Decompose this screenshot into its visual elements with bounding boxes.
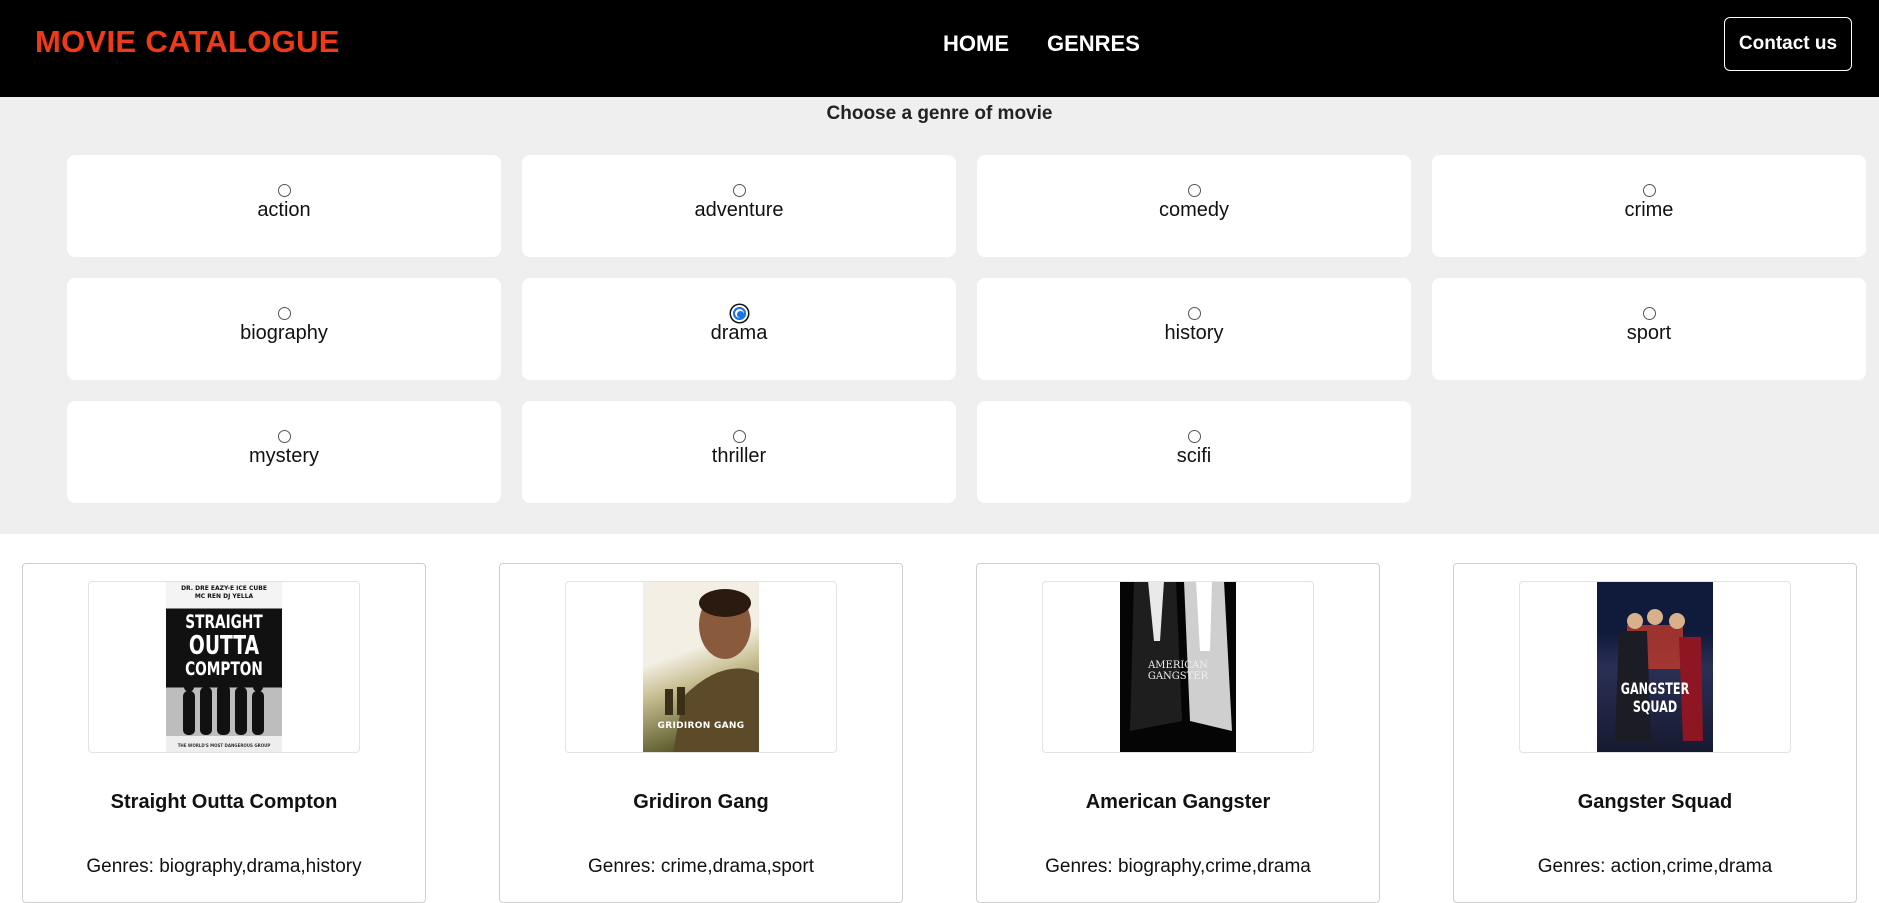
genre-option-adventure[interactable]: adventure: [522, 155, 956, 257]
genre-label: action: [257, 199, 311, 221]
movie-title: American Gangster: [1085, 791, 1271, 813]
movie-genres: Genres: biography,drama,history: [86, 856, 362, 877]
poster-straight-outta-compton: DR. DRE EAZY-E ICE CUBE MC REN DJ YELLA …: [166, 582, 282, 752]
poster-art: [1615, 609, 1703, 741]
brand-logo[interactable]: MOVIE CATALOGUE: [35, 24, 340, 60]
genre-option-comedy[interactable]: comedy: [977, 155, 1411, 257]
poster-title-line: GANGSTER: [1147, 671, 1209, 682]
genre-radio-sport[interactable]: [1642, 307, 1656, 320]
genre-label: adventure: [694, 199, 784, 221]
poster-gridiron-gang: GRIDIRON GANG: [643, 582, 759, 752]
poster-title-line: GANGSTER: [1620, 679, 1690, 698]
genre-label: history: [1164, 322, 1224, 344]
genre-radio-adventure[interactable]: [732, 184, 746, 197]
genre-option-thriller[interactable]: thriller: [522, 401, 956, 503]
poster-frame: DR. DRE EAZY-E ICE CUBE MC REN DJ YELLA …: [88, 581, 360, 753]
movie-card[interactable]: GANGSTER SQUAD Gangster Squad Genres: ac…: [1453, 563, 1857, 903]
nav-genres-link[interactable]: GENRES: [1047, 31, 1140, 57]
genre-radio-history[interactable]: [1187, 307, 1201, 320]
genre-option-biography[interactable]: biography: [67, 278, 501, 380]
poster-title-line: SQUAD: [1632, 697, 1678, 716]
genre-radio-biography[interactable]: [277, 307, 291, 320]
genre-picker-section: Choose a genre of movie action adventure…: [0, 97, 1879, 534]
genre-option-mystery[interactable]: mystery: [67, 401, 501, 503]
poster-title-line: OUTTA: [188, 631, 260, 661]
poster-title-line: AMERICAN: [1148, 660, 1208, 671]
movie-card[interactable]: DR. DRE EAZY-E ICE CUBE MC REN DJ YELLA …: [22, 563, 426, 903]
nav-home-link[interactable]: HOME: [943, 31, 1009, 57]
top-navbar: MOVIE CATALOGUE HOME GENRES Contact us: [0, 0, 1879, 97]
genre-option-sport[interactable]: sport: [1432, 278, 1866, 380]
genre-radio-thriller[interactable]: [732, 430, 746, 443]
poster-title-line: STRAIGHT: [185, 611, 263, 633]
genre-option-history[interactable]: history: [977, 278, 1411, 380]
genre-option-action[interactable]: action: [67, 155, 501, 257]
movie-genres: Genres: crime,drama,sport: [588, 856, 814, 877]
poster-gangster-squad: GANGSTER SQUAD: [1597, 582, 1713, 752]
genre-option-scifi[interactable]: scifi: [977, 401, 1411, 503]
genre-radio-mystery[interactable]: [277, 430, 291, 443]
movie-genres: Genres: action,crime,drama: [1537, 856, 1773, 877]
movie-list: DR. DRE EAZY-E ICE CUBE MC REN DJ YELLA …: [22, 563, 1857, 903]
movie-card[interactable]: GRIDIRON GANG Gridiron Gang Genres: crim…: [499, 563, 903, 903]
genre-radio-drama[interactable]: [732, 307, 746, 320]
movie-title: Gangster Squad: [1577, 791, 1733, 813]
contact-us-button[interactable]: Contact us: [1724, 17, 1852, 71]
genre-radio-scifi[interactable]: [1187, 430, 1201, 443]
poster-frame: GANGSTER SQUAD: [1519, 581, 1791, 753]
poster-credits: DR. DRE EAZY-E ICE CUBE MC REN DJ YELLA: [181, 585, 267, 600]
genre-label: biography: [240, 322, 328, 344]
genre-radio-action[interactable]: [277, 184, 291, 197]
genre-radio-comedy[interactable]: [1187, 184, 1201, 197]
poster-american-gangster: AMERICAN GANGSTER: [1120, 582, 1236, 752]
poster-frame: AMERICAN GANGSTER: [1042, 581, 1314, 753]
main-nav: HOME GENRES: [943, 31, 1140, 57]
genre-options-grid: action adventure comedy crime biography …: [67, 155, 1866, 503]
genre-label: scifi: [1176, 445, 1212, 467]
genre-label: drama: [710, 322, 768, 344]
movie-title: Gridiron Gang: [633, 791, 769, 813]
genre-option-drama[interactable]: drama: [522, 278, 956, 380]
movie-card[interactable]: AMERICAN GANGSTER American Gangster Genr…: [976, 563, 1380, 903]
genre-radio-crime[interactable]: [1642, 184, 1656, 197]
poster-title-line: GRIDIRON GANG: [657, 721, 745, 731]
genre-label: mystery: [249, 445, 319, 467]
genre-picker-title: Choose a genre of movie: [826, 103, 1053, 124]
genre-label: thriller: [711, 445, 767, 467]
genre-label: sport: [1626, 322, 1672, 344]
genre-option-crime[interactable]: crime: [1432, 155, 1866, 257]
genre-label: comedy: [1158, 199, 1230, 221]
genre-label: crime: [1624, 199, 1674, 221]
poster-title-line: COMPTON: [185, 658, 263, 680]
poster-footer: THE WORLD'S MOST DANGEROUS GROUP: [177, 743, 271, 748]
movie-title: Straight Outta Compton: [110, 791, 338, 813]
movie-genres: Genres: biography,crime,drama: [1045, 856, 1311, 877]
poster-frame: GRIDIRON GANG: [565, 581, 837, 753]
